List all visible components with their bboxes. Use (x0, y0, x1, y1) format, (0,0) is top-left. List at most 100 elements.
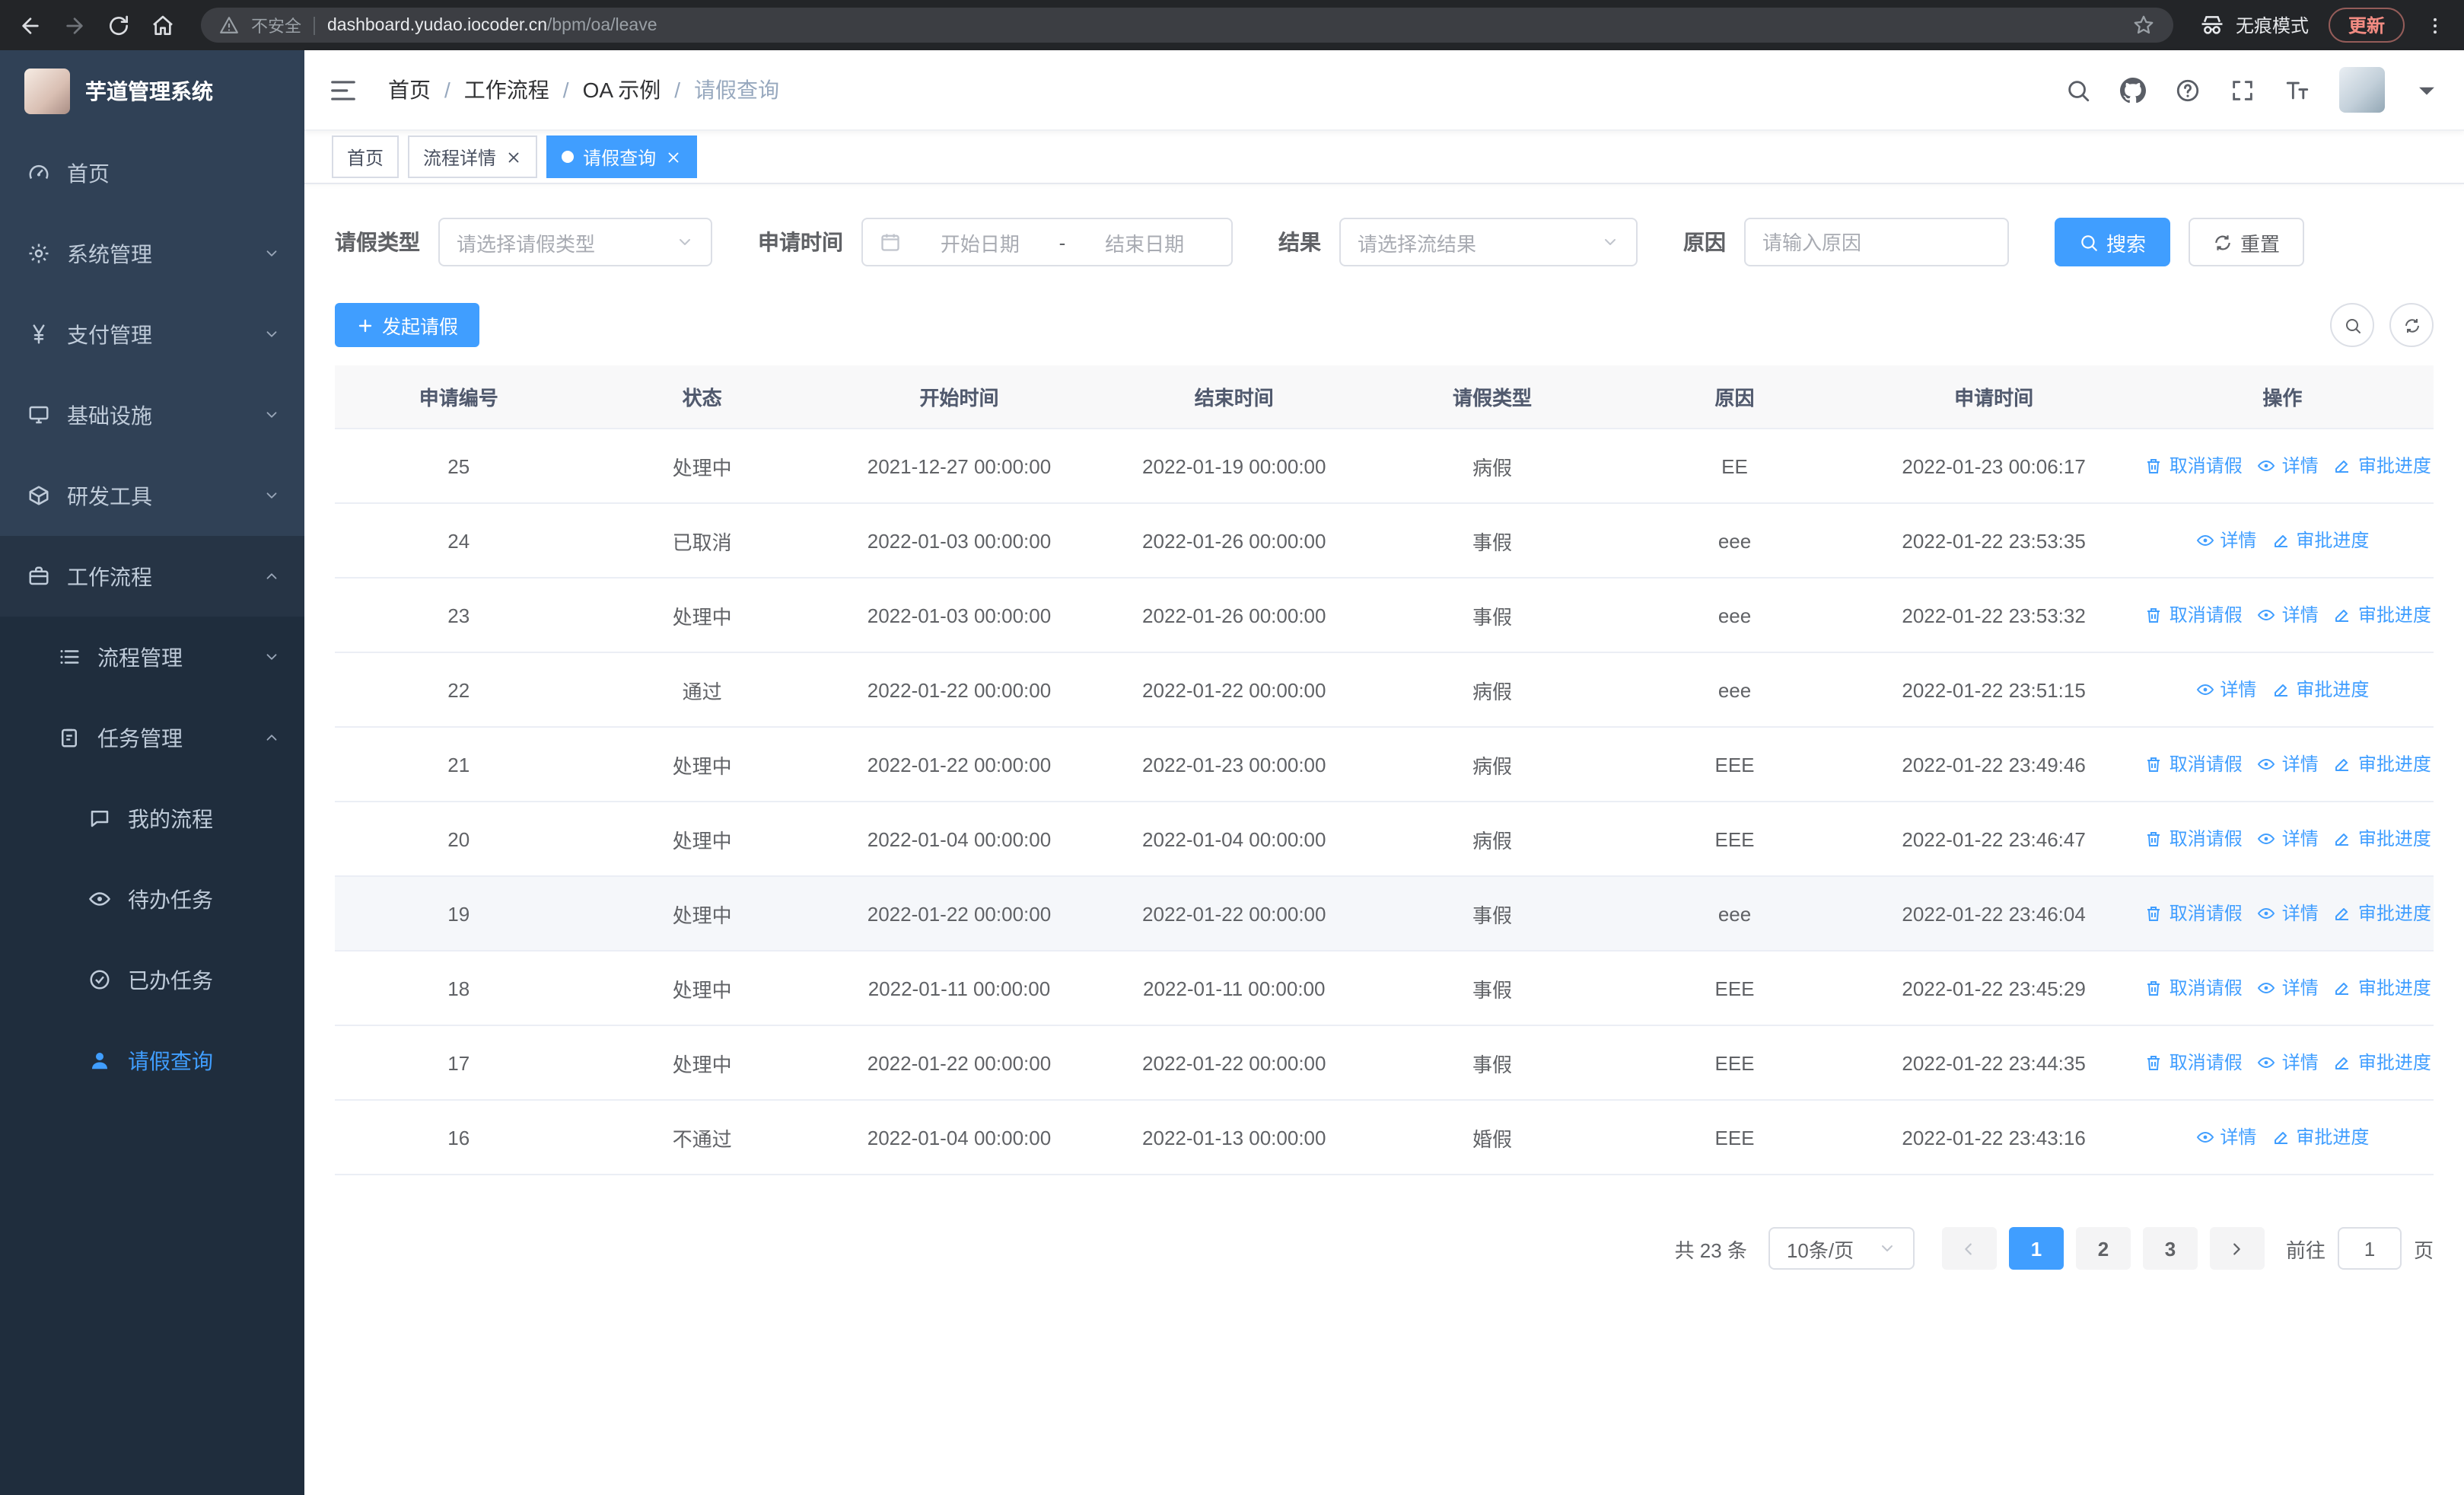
cell-start-time: 2022-01-22 00:00:00 (821, 727, 1097, 802)
cell-status: 处理中 (582, 876, 822, 952)
reset-button[interactable]: 重置 (2189, 218, 2305, 266)
sidebar-item-my-process[interactable]: 我的流程 (0, 778, 304, 859)
reason-input[interactable] (1744, 218, 2009, 266)
sidebar-item-done-tasks[interactable]: 已办任务 (0, 939, 304, 1020)
cell-reason: eee (1612, 503, 1857, 579)
logo-image (24, 69, 70, 114)
breadcrumb-item-workflow[interactable]: 工作流程 (464, 75, 549, 105)
update-button[interactable]: 更新 (2328, 8, 2405, 43)
address-bar[interactable]: 不安全 dashboard.yudao.iocoder.cn/bpm/oa/le… (201, 8, 2173, 43)
page-size-select[interactable]: 10条/页 (1768, 1227, 1915, 1270)
sidebar-item-workflow[interactable]: 工作流程 (0, 536, 304, 617)
approval-progress-link[interactable]: 审批进度 (2271, 528, 2369, 553)
detail-link[interactable]: 详情 (2258, 1050, 2319, 1076)
avatar[interactable] (2339, 67, 2385, 113)
breadcrumb-item-oa-example[interactable]: OA 示例 (583, 75, 661, 105)
approval-progress-link[interactable]: 审批进度 (2271, 1124, 2369, 1150)
approval-progress-link[interactable]: 审批进度 (2334, 602, 2431, 628)
screen: 不安全 dashboard.yudao.iocoder.cn/bpm/oa/le… (0, 0, 2464, 1495)
cell-reason: eee (1612, 876, 1857, 952)
page-button-3[interactable]: 3 (2142, 1227, 2198, 1270)
sidebar-item-leave-query[interactable]: 请假查询 (0, 1020, 304, 1101)
font-size-icon[interactable] (2284, 77, 2310, 103)
goto-suffix: 页 (2413, 1238, 2434, 1261)
sidebar-item-payment[interactable]: 支付管理 (0, 294, 304, 375)
sidebar-item-system[interactable]: 系统管理 (0, 213, 304, 294)
page-button-2[interactable]: 2 (2075, 1227, 2131, 1270)
tab-leave-query[interactable]: 请假查询 (546, 135, 698, 178)
collapse-sidebar-icon[interactable] (329, 75, 358, 104)
detail-link[interactable]: 详情 (2195, 677, 2256, 703)
detail-link[interactable]: 详情 (2195, 528, 2256, 553)
sidebar-item-infra[interactable]: 基础设施 (0, 375, 304, 455)
approval-progress-link[interactable]: 审批进度 (2271, 677, 2369, 703)
search-icon[interactable] (2065, 77, 2091, 103)
cell-apply-id: 24 (335, 503, 583, 579)
sidebar-item-todo-tasks[interactable]: 待办任务 (0, 859, 304, 939)
sidebar-item-process-mgmt[interactable]: 流程管理 (0, 617, 304, 697)
search-button[interactable]: 搜索 (2055, 218, 2171, 266)
trash-icon (2145, 606, 2163, 624)
back-icon[interactable] (18, 13, 43, 37)
action-label: 详情 (2281, 455, 2319, 477)
prev-page-button[interactable] (1941, 1227, 1997, 1270)
sidebar-item-dev-tools[interactable]: 研发工具 (0, 455, 304, 536)
approval-progress-link[interactable]: 审批进度 (2334, 453, 2431, 479)
approval-progress-link[interactable]: 审批进度 (2334, 1050, 2431, 1076)
detail-link[interactable]: 详情 (2258, 901, 2319, 926)
cancel-leave-link[interactable]: 取消请假 (2145, 826, 2243, 852)
next-page-button[interactable] (2209, 1227, 2265, 1270)
cell-leave-type: 病假 (1371, 802, 1613, 877)
detail-link[interactable]: 详情 (2258, 602, 2319, 628)
cancel-leave-link[interactable]: 取消请假 (2145, 975, 2243, 1001)
cancel-leave-link[interactable]: 取消请假 (2145, 1050, 2243, 1076)
edit-icon (2334, 904, 2352, 923)
cancel-leave-link[interactable]: 取消请假 (2145, 453, 2243, 479)
cancel-leave-link[interactable]: 取消请假 (2145, 751, 2243, 777)
bookmark-star-icon[interactable] (2132, 14, 2155, 37)
dashboard-icon (27, 161, 50, 184)
breadcrumb-item-home[interactable]: 首页 (388, 75, 431, 105)
sidebar-item-home[interactable]: 首页 (0, 132, 304, 213)
reload-icon[interactable] (107, 13, 131, 37)
trash-icon (2145, 457, 2163, 475)
approval-progress-link[interactable]: 审批进度 (2334, 901, 2431, 926)
browser-menu-icon[interactable] (2424, 14, 2446, 36)
leave-type-select[interactable]: 请选择请假类型 (438, 218, 712, 266)
cell-end-time: 2022-01-19 00:00:00 (1097, 429, 1372, 504)
tab-process-detail[interactable]: 流程详情 (408, 135, 538, 178)
reset-icon (2213, 232, 2233, 252)
detail-link[interactable]: 详情 (2195, 1124, 2256, 1150)
approval-progress-link[interactable]: 审批进度 (2334, 826, 2431, 852)
approval-progress-link[interactable]: 审批进度 (2334, 975, 2431, 1001)
sidebar-item-label: 我的流程 (128, 806, 213, 830)
page-button-1[interactable]: 1 (2008, 1227, 2064, 1270)
forward-icon[interactable] (62, 13, 87, 37)
cell-actions: 取消请假 详情 审批进度 (2131, 1025, 2434, 1101)
close-tab-icon[interactable] (665, 148, 682, 165)
fullscreen-icon[interactable] (2230, 77, 2255, 103)
tab-home[interactable]: 首页 (332, 135, 400, 178)
sidebar-item-task-mgmt[interactable]: 任务管理 (0, 697, 304, 778)
eye-icon (88, 888, 111, 910)
detail-link[interactable]: 详情 (2258, 751, 2319, 777)
goto-page-input[interactable] (2337, 1227, 2402, 1270)
cell-apply-id: 20 (335, 802, 583, 877)
help-icon[interactable] (2175, 77, 2201, 103)
close-tab-icon[interactable] (505, 148, 522, 165)
toggle-search-button[interactable] (2330, 303, 2374, 347)
result-select[interactable]: 请选择流结果 (1339, 218, 1638, 266)
detail-link[interactable]: 详情 (2258, 453, 2319, 479)
cancel-leave-link[interactable]: 取消请假 (2145, 602, 2243, 628)
app-logo[interactable]: 芋道管理系统 (0, 50, 304, 132)
github-icon[interactable] (2120, 77, 2146, 103)
detail-link[interactable]: 详情 (2258, 826, 2319, 852)
detail-link[interactable]: 详情 (2258, 975, 2319, 1001)
table-row: 16 不通过 2022-01-04 00:00:00 2022-01-13 00:00… (335, 1100, 2434, 1175)
create-leave-button[interactable]: 发起请假 (335, 303, 480, 347)
home-icon[interactable] (151, 13, 175, 37)
refresh-table-button[interactable] (2389, 303, 2434, 347)
approval-progress-link[interactable]: 审批进度 (2334, 751, 2431, 777)
apply-time-range-picker[interactable]: 开始日期 - 结束日期 (861, 218, 1233, 266)
cancel-leave-link[interactable]: 取消请假 (2145, 901, 2243, 926)
